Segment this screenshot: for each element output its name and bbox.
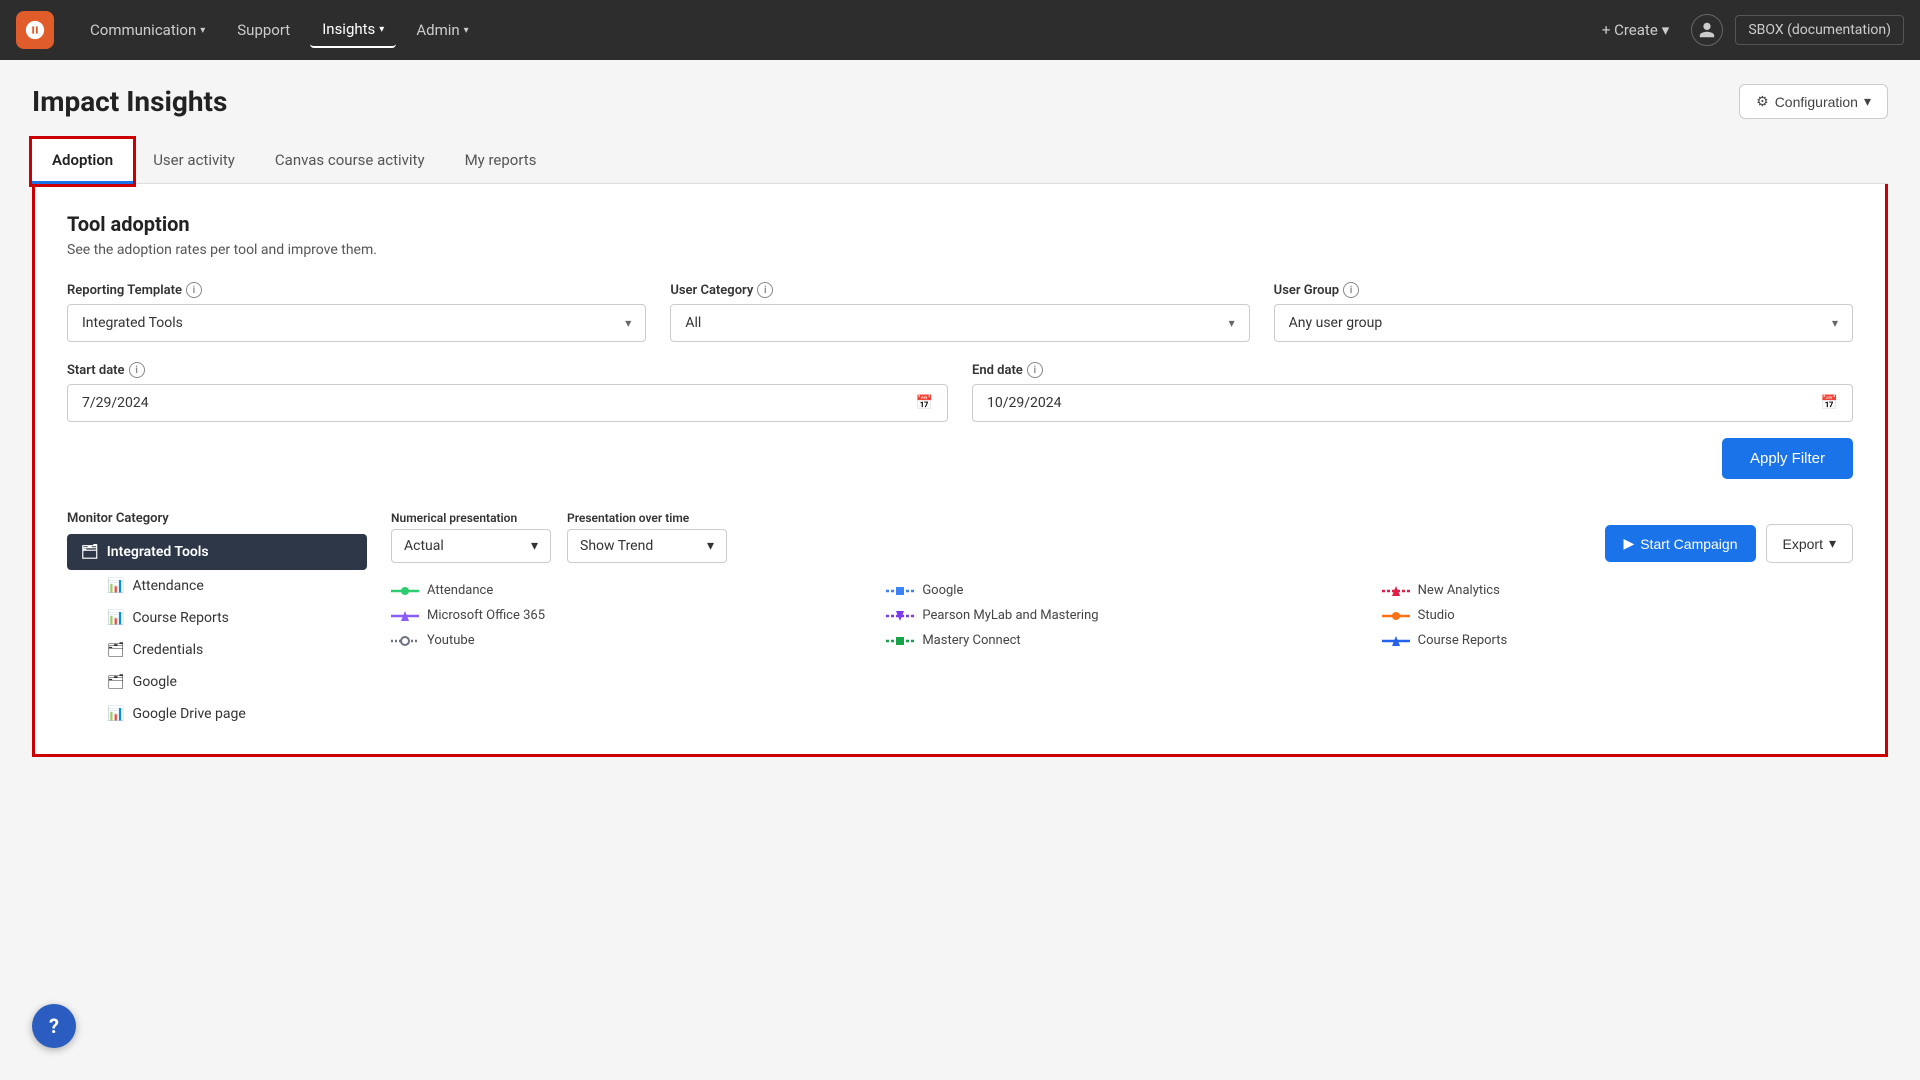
end-date-label: End date i <box>972 362 1853 378</box>
start-date-group: Start date i 7/29/2024 📅 <box>67 362 948 422</box>
controls-row: Numerical presentation Actual ▾ Presenta… <box>391 511 1853 563</box>
numerical-presentation-select[interactable]: Actual ▾ <box>391 529 551 563</box>
nav-admin[interactable]: Admin ▾ <box>404 13 480 47</box>
chevron-down-icon: ▾ <box>1229 316 1235 330</box>
chevron-down-icon: ▾ <box>464 25 469 36</box>
tab-user-activity[interactable]: User activity <box>133 139 255 184</box>
export-button[interactable]: Export ▾ <box>1766 524 1854 563</box>
tabs-row: Adoption User activity Canvas course act… <box>32 139 1888 184</box>
bottom-section: Monitor Category 🗂 Integrated Tools 📊 At… <box>67 511 1853 730</box>
tab-canvas-course-activity[interactable]: Canvas course activity <box>255 139 445 184</box>
user-group-select[interactable]: Any user group ▾ <box>1274 304 1853 342</box>
filter-row-1: Reporting Template i Integrated Tools ▾ … <box>67 282 1853 342</box>
legend-item-new-analytics: New Analytics <box>1382 583 1853 598</box>
gear-icon: ⚙ <box>1756 93 1769 110</box>
nav-support[interactable]: Support <box>225 13 302 47</box>
chevron-down-icon: ▾ <box>625 316 631 330</box>
section-title: Tool adoption <box>67 212 1853 236</box>
info-icon-category[interactable]: i <box>757 282 773 298</box>
info-icon-end-date[interactable]: i <box>1027 362 1043 378</box>
start-date-label: Start date i <box>67 362 948 378</box>
tool-adoption-panel: Tool adoption See the adoption rates per… <box>32 184 1888 757</box>
monitor-item-course-reports[interactable]: 📊 Course Reports <box>67 602 367 634</box>
chevron-down-icon: ▾ <box>200 25 205 36</box>
chevron-down-icon: ▾ <box>1864 93 1871 110</box>
info-icon-start-date[interactable]: i <box>129 362 145 378</box>
chevron-down-icon: ▾ <box>707 538 714 554</box>
section-description: See the adoption rates per tool and impr… <box>67 242 1853 258</box>
monitor-item-integrated-tools[interactable]: 🗂 Integrated Tools <box>67 534 367 570</box>
calendar-icon: 📅 <box>916 395 933 411</box>
start-date-input[interactable]: 7/29/2024 📅 <box>67 384 948 422</box>
chevron-down-icon: ▾ <box>531 538 538 554</box>
info-icon-reporting[interactable]: i <box>186 282 202 298</box>
start-campaign-button[interactable]: ▶ Start Campaign <box>1605 525 1755 562</box>
legend-item-mastery-connect: Mastery Connect <box>886 633 1357 648</box>
user-category-group: User Category i All ▾ <box>670 282 1249 342</box>
user-category-select[interactable]: All ▾ <box>670 304 1249 342</box>
date-row: Start date i 7/29/2024 📅 End date i 10/2… <box>67 362 1853 422</box>
chevron-down-icon: ▾ <box>379 24 384 35</box>
monitor-category-label: Monitor Category <box>67 511 367 526</box>
user-category-label: User Category i <box>670 282 1249 298</box>
folder-icon: 🗂 <box>107 642 125 658</box>
apply-filter-row: Apply Filter <box>67 438 1853 479</box>
legend-item-studio: Studio <box>1382 608 1853 623</box>
reporting-template-group: Reporting Template i Integrated Tools ▾ <box>67 282 646 342</box>
tab-adoption[interactable]: Adoption <box>32 139 133 184</box>
numerical-presentation-label: Numerical presentation <box>391 511 551 525</box>
bar-chart-icon: 📊 <box>107 578 124 594</box>
action-buttons: ▶ Start Campaign Export ▾ <box>1605 524 1853 563</box>
presentation-over-time-label: Presentation over time <box>567 511 727 525</box>
folder-icon: 🗂 <box>107 674 125 690</box>
chevron-down-icon: ▾ <box>1662 21 1670 39</box>
legend-item-youtube: Youtube <box>391 633 862 648</box>
page-title: Impact Insights <box>32 85 227 118</box>
nav-communication[interactable]: Communication ▾ <box>78 13 217 47</box>
reporting-template-label: Reporting Template i <box>67 282 646 298</box>
app-logo[interactable] <box>16 11 54 49</box>
info-icon-group[interactable]: i <box>1343 282 1359 298</box>
chevron-down-icon: ▾ <box>1829 535 1836 552</box>
bar-chart-icon: 📊 <box>107 706 124 722</box>
monitor-item-google-drive[interactable]: 📊 Google Drive page <box>67 698 367 730</box>
legend-grid: Attendance Google New Analytics Microsof… <box>391 583 1853 648</box>
legend-item-course-reports: Course Reports <box>1382 633 1853 648</box>
play-icon: ▶ <box>1623 535 1634 552</box>
numerical-presentation-group: Numerical presentation Actual ▾ <box>391 511 551 563</box>
bar-chart-icon: 📊 <box>107 610 124 626</box>
user-profile-icon[interactable] <box>1691 14 1723 46</box>
reporting-template-select[interactable]: Integrated Tools ▾ <box>67 304 646 342</box>
monitor-panel: Monitor Category 🗂 Integrated Tools 📊 At… <box>67 511 367 730</box>
monitor-item-credentials[interactable]: 🗂 Credentials <box>67 634 367 666</box>
help-button[interactable]: ? <box>32 1004 76 1048</box>
calendar-icon: 📅 <box>1821 395 1838 411</box>
results-panel: Numerical presentation Actual ▾ Presenta… <box>391 511 1853 730</box>
configuration-button[interactable]: ⚙ Configuration ▾ <box>1739 84 1888 119</box>
nav-insights[interactable]: Insights ▾ <box>310 12 396 48</box>
presentation-over-time-group: Presentation over time Show Trend ▾ <box>567 511 727 563</box>
legend-item-pearson: Pearson MyLab and Mastering <box>886 608 1357 623</box>
legend-item-google: Google <box>886 583 1357 598</box>
legend-item-attendance: Attendance <box>391 583 862 598</box>
top-navigation: Communication ▾ Support Insights ▾ Admin… <box>0 0 1920 60</box>
end-date-group: End date i 10/29/2024 📅 <box>972 362 1853 422</box>
tab-my-reports[interactable]: My reports <box>445 139 557 184</box>
create-button[interactable]: + Create ▾ <box>1592 15 1679 45</box>
legend-item-microsoft: Microsoft Office 365 <box>391 608 862 623</box>
presentation-over-time-select[interactable]: Show Trend ▾ <box>567 529 727 563</box>
chevron-down-icon: ▾ <box>1832 316 1838 330</box>
tenant-label[interactable]: SBOX (documentation) <box>1735 15 1904 45</box>
user-group-label: User Group i <box>1274 282 1853 298</box>
monitor-item-google[interactable]: 🗂 Google <box>67 666 367 698</box>
apply-filter-button[interactable]: Apply Filter <box>1722 438 1853 479</box>
user-group-group: User Group i Any user group ▾ <box>1274 282 1853 342</box>
folder-icon: 🗂 <box>81 544 99 560</box>
end-date-input[interactable]: 10/29/2024 📅 <box>972 384 1853 422</box>
monitor-item-attendance[interactable]: 📊 Attendance <box>67 570 367 602</box>
